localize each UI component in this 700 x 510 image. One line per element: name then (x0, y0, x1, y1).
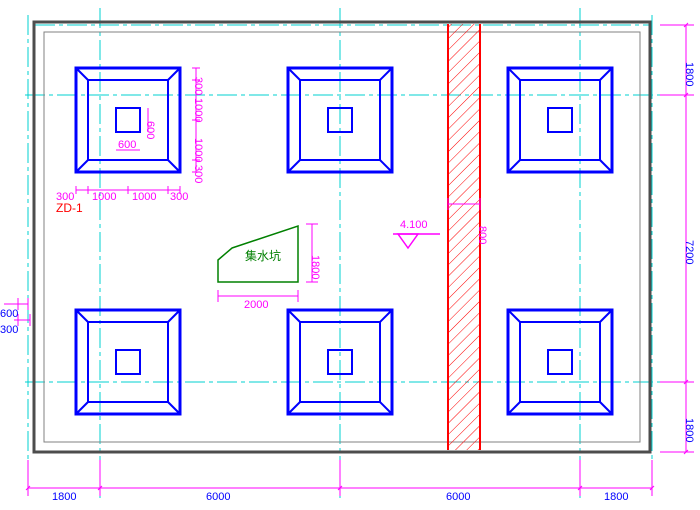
dim-1000-h2: 1000 (132, 191, 156, 203)
dim-600-w: 600 (118, 139, 136, 151)
dim-300-v1: 300 (192, 77, 204, 95)
elevation-value: 4.100 (400, 219, 428, 231)
dim-b-6000b: 6000 (446, 491, 470, 503)
dim-300-h1: 300 (56, 191, 74, 203)
dim-bottom (26, 460, 654, 496)
sump-label: 集水坑 (245, 248, 281, 263)
dim-800: 800 (476, 226, 488, 244)
elevation-marker (393, 234, 440, 248)
dim-r-1800t: 1800 (683, 62, 695, 86)
dim-1000-v2: 1000 (192, 138, 204, 162)
dim-right (660, 23, 694, 454)
footing-label-zd1: ZD-1 (56, 201, 83, 215)
footings-group (76, 68, 612, 414)
dim-300-h2: 300 (170, 191, 188, 203)
grid-lines (25, 8, 695, 498)
dim-600-h: 600 (144, 121, 156, 139)
dim-b-1800l: 1800 (52, 491, 76, 503)
dim-sump-2000: 2000 (244, 299, 268, 311)
dim-300-v2: 300 (192, 165, 204, 183)
dim-r-1800b: 1800 (683, 418, 695, 442)
dim-r-7200: 7200 (683, 240, 695, 264)
dim-b-6000a: 6000 (206, 491, 230, 503)
dim-b-1800r: 1800 (604, 491, 628, 503)
dim-sump-1800: 1800 (309, 255, 321, 279)
dim-l-600: 600 (0, 308, 18, 320)
dim-1000-h1: 1000 (92, 191, 116, 203)
outer-wall (34, 22, 650, 452)
dim-1000-v1: 1000 (192, 98, 204, 122)
dim-l-300: 300 (0, 324, 18, 336)
